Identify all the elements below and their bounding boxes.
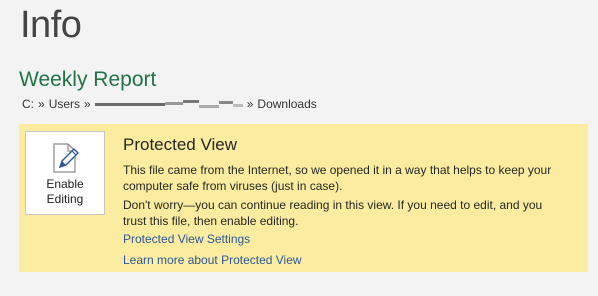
document-title: Weekly Report (19, 68, 157, 91)
protected-view-message: This file came from the Internet, so we … (123, 163, 552, 193)
path-separator: » (38, 97, 45, 111)
path-separator: » (246, 97, 254, 111)
path-drive: C: (22, 97, 34, 111)
protected-view-banner: Enable Editing Protected View This file … (19, 124, 588, 272)
protected-view-title: Protected View (123, 135, 238, 154)
breadcrumb: C: » Users » » Downloads (22, 97, 317, 111)
edit-document-icon (53, 143, 79, 173)
redacted-username (94, 98, 243, 110)
path-users: Users (48, 97, 81, 111)
enable-editing-label: Enable Editing (46, 177, 84, 206)
enable-editing-button[interactable]: Enable Editing (25, 131, 105, 215)
protected-view-reassurance: Don't worry—you can continue reading in … (123, 198, 543, 228)
path-downloads: Downloads (257, 97, 317, 111)
learn-more-link[interactable]: Learn more about Protected View (123, 252, 302, 268)
page-title: Info (20, 4, 82, 46)
protected-view-settings-link[interactable]: Protected View Settings (123, 231, 250, 247)
path-separator: » (84, 97, 91, 111)
